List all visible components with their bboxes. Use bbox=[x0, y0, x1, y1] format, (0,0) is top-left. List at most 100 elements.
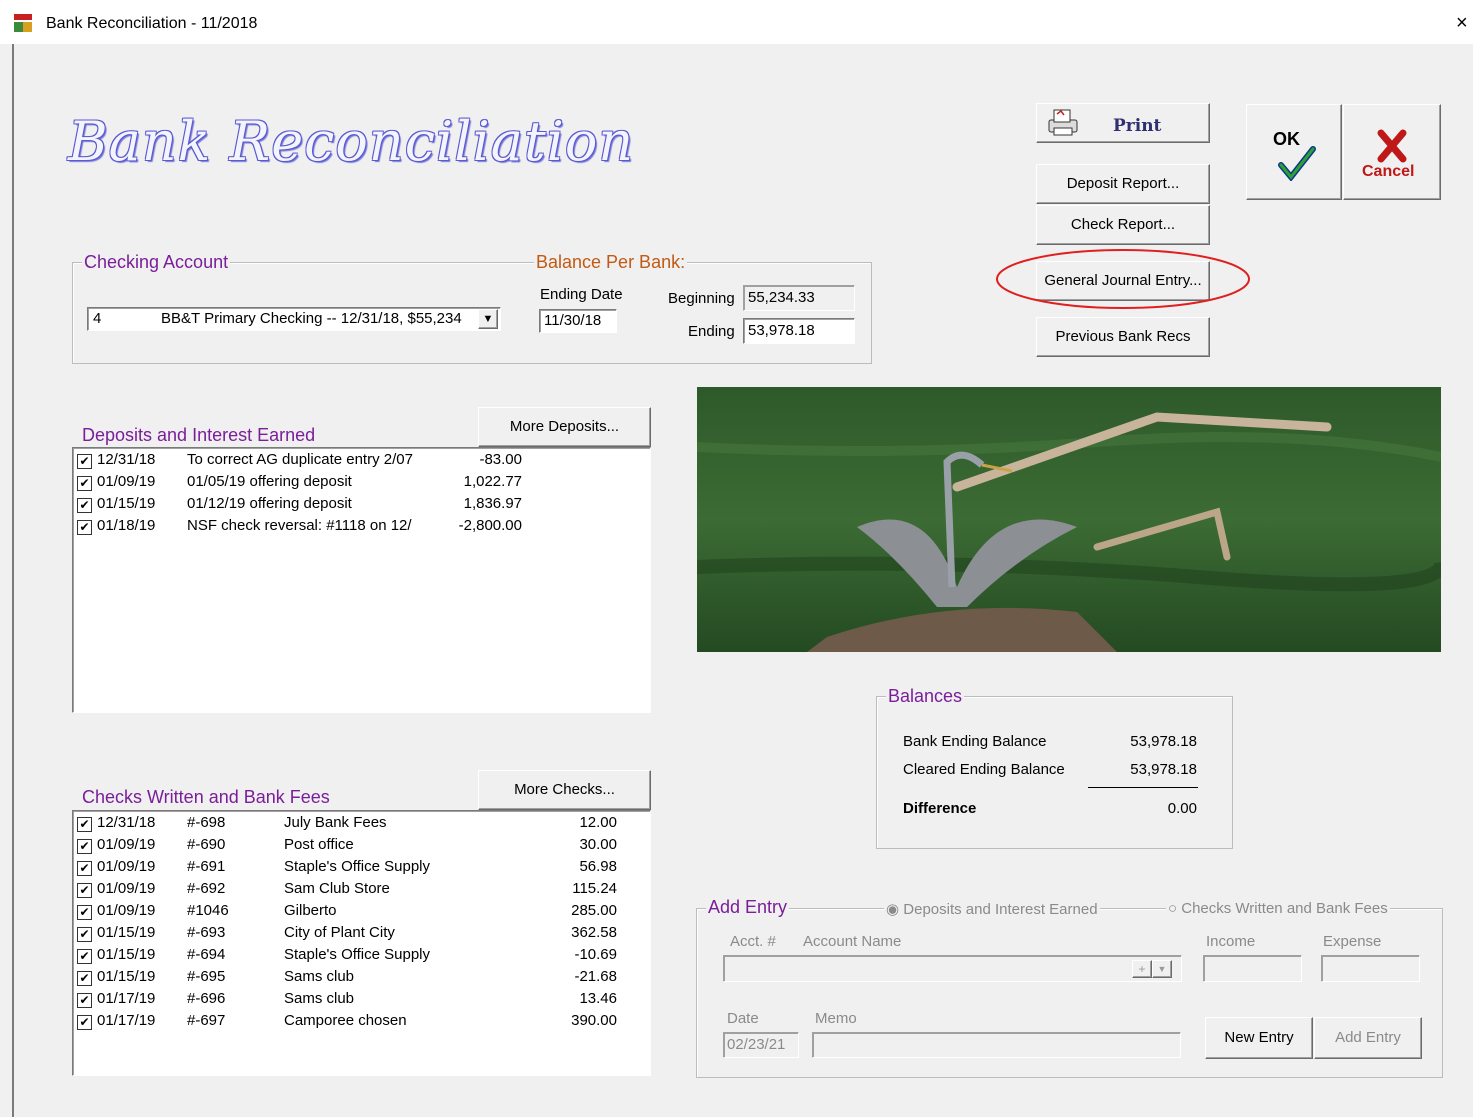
bank-ending-balance-label: Bank Ending Balance bbox=[903, 733, 1047, 750]
deposit-description: 01/05/19 offering deposit bbox=[187, 473, 352, 490]
chevron-down-icon[interactable]: ▼ bbox=[478, 309, 498, 329]
account-number: 4 bbox=[93, 310, 102, 327]
check-payee: Camporee chosen bbox=[284, 1012, 407, 1029]
balance-per-bank-legend: Balance Per Bank: bbox=[534, 252, 688, 273]
check-row[interactable]: ✔ 01/17/19 #-696 Sams club 13.46 bbox=[77, 990, 647, 1011]
deposit-report-button[interactable]: Deposit Report... bbox=[1036, 164, 1210, 204]
ok-button[interactable]: OK bbox=[1246, 104, 1342, 200]
check-payee: Gilberto bbox=[284, 902, 337, 919]
check-date: 01/09/19 bbox=[97, 880, 156, 897]
checkbox-checked-icon[interactable]: ✔ bbox=[77, 883, 92, 898]
check-row[interactable]: ✔ 01/17/19 #-697 Camporee chosen 390.00 bbox=[77, 1012, 647, 1033]
checks-title: Checks Written and Bank Fees bbox=[82, 787, 330, 807]
check-amount: 390.00 bbox=[571, 1012, 617, 1029]
deposits-title: Deposits and Interest Earned bbox=[82, 425, 316, 445]
check-report-button[interactable]: Check Report... bbox=[1036, 205, 1210, 245]
new-entry-button[interactable]: New Entry bbox=[1205, 1017, 1313, 1059]
radio-selected-icon: ◉ bbox=[886, 901, 900, 918]
page-title: Bank Reconciliation bbox=[68, 110, 635, 173]
highlight-circle bbox=[996, 249, 1250, 309]
check-row[interactable]: ✔ 12/31/18 #-698 July Bank Fees 12.00 bbox=[77, 814, 647, 835]
deposit-date: 01/15/19 bbox=[97, 495, 156, 512]
account-description: BB&T Primary Checking -- 12/31/18, $55,2… bbox=[161, 310, 462, 327]
check-payee: Post office bbox=[284, 836, 354, 853]
beginning-label: Beginning bbox=[668, 290, 735, 307]
income-field[interactable] bbox=[1203, 955, 1302, 982]
ending-date-label: Ending Date bbox=[540, 286, 623, 303]
checkbox-checked-icon[interactable]: ✔ bbox=[77, 905, 92, 920]
account-combo[interactable]: + ▼ bbox=[723, 955, 1182, 982]
checkbox-checked-icon[interactable]: ✔ bbox=[77, 476, 92, 491]
deposit-description: NSF check reversal: #1118 on 12/ bbox=[187, 517, 412, 534]
ending-date-field[interactable]: 11/30/18 bbox=[539, 309, 617, 333]
checkbox-checked-icon[interactable]: ✔ bbox=[77, 949, 92, 964]
check-date: 01/09/19 bbox=[97, 858, 156, 875]
check-row[interactable]: ✔ 01/15/19 #-694 Staple's Office Supply -10.… bbox=[77, 946, 647, 967]
heron-photo bbox=[697, 387, 1441, 652]
radio-deposits[interactable]: ◉ Deposits and Interest Earned bbox=[884, 900, 1100, 918]
deposit-amount: -83.00 bbox=[479, 451, 522, 468]
radio-checks[interactable]: ○ Checks Written and Bank Fees bbox=[1166, 900, 1390, 917]
more-deposits-button[interactable]: More Deposits... bbox=[478, 407, 651, 447]
deposit-row[interactable]: ✔ 01/15/19 01/12/19 offering deposit 1,836.… bbox=[77, 495, 647, 516]
checks-list[interactable]: ✔ 12/31/18 #-698 July Bank Fees 12.00 ✔ 01/09/… bbox=[72, 810, 651, 1076]
deposit-row[interactable]: ✔ 12/31/18 To correct AG duplicate entry 2… bbox=[77, 451, 647, 472]
close-icon[interactable]: × bbox=[1456, 12, 1468, 35]
more-checks-button[interactable]: More Checks... bbox=[478, 770, 651, 810]
check-row[interactable]: ✔ 01/09/19 #-690 Post office 30.00 bbox=[77, 836, 647, 857]
date-field[interactable]: 02/23/21 bbox=[723, 1032, 799, 1058]
check-payee: July Bank Fees bbox=[284, 814, 387, 831]
check-payee: Staple's Office Supply bbox=[284, 858, 431, 875]
ending-balance-field[interactable]: 53,978.18 bbox=[743, 318, 855, 344]
check-amount: 285.00 bbox=[571, 902, 617, 919]
checkbox-checked-icon[interactable]: ✔ bbox=[77, 993, 92, 1008]
checkbox-checked-icon[interactable]: ✔ bbox=[77, 498, 92, 513]
window-border bbox=[12, 44, 14, 1117]
checkbox-checked-icon[interactable]: ✔ bbox=[77, 817, 92, 832]
check-number: #-696 bbox=[187, 990, 226, 1007]
checkbox-checked-icon[interactable]: ✔ bbox=[77, 971, 92, 986]
checkbox-checked-icon[interactable]: ✔ bbox=[77, 861, 92, 876]
plus-icon[interactable]: + bbox=[1132, 960, 1152, 978]
add-entry-button[interactable]: Add Entry bbox=[1314, 1017, 1422, 1059]
radio-deposits-label: Deposits and Interest Earned bbox=[903, 901, 1098, 918]
ending-label: Ending bbox=[688, 323, 735, 340]
ending-balance-value: 53,978.18 bbox=[748, 322, 815, 339]
check-number: #-691 bbox=[187, 858, 226, 875]
check-row[interactable]: ✔ 01/09/19 #-691 Staple's Office Supply 56.9… bbox=[77, 858, 647, 879]
previous-bank-recs-button[interactable]: Previous Bank Recs bbox=[1036, 317, 1210, 357]
checkbox-checked-icon[interactable]: ✔ bbox=[77, 520, 92, 535]
deposit-row[interactable]: ✔ 01/09/19 01/05/19 offering deposit 1,022.… bbox=[77, 473, 647, 494]
cancel-button[interactable]: Cancel bbox=[1343, 104, 1441, 200]
check-payee: Sams club bbox=[284, 990, 355, 1007]
radio-unselected-icon: ○ bbox=[1168, 900, 1178, 917]
deposits-list[interactable]: ✔ 12/31/18 To correct AG duplicate entry 2… bbox=[72, 447, 651, 713]
check-row[interactable]: ✔ 01/09/19 #-692 Sam Club Store 115.24 bbox=[77, 880, 647, 901]
date-label: Date bbox=[727, 1010, 759, 1027]
checkbox-checked-icon[interactable]: ✔ bbox=[77, 927, 92, 942]
check-row[interactable]: ✔ 01/09/19 #1046 Gilberto 285.00 bbox=[77, 902, 647, 923]
checkbox-checked-icon[interactable]: ✔ bbox=[77, 839, 92, 854]
check-row[interactable]: ✔ 01/15/19 #-693 City of Plant City 362.58 bbox=[77, 924, 647, 945]
account-select[interactable]: 4 BB&T Primary Checking -- 12/31/18, $55… bbox=[87, 307, 501, 331]
checkbox-checked-icon[interactable]: ✔ bbox=[77, 454, 92, 469]
check-row[interactable]: ✔ 01/15/19 #-695 Sams club -21.68 bbox=[77, 968, 647, 989]
account-name-label: Account Name bbox=[803, 933, 902, 950]
deposit-row[interactable]: ✔ 01/18/19 NSF check reversal: #1118 on 12… bbox=[77, 517, 647, 538]
chevron-down-icon[interactable]: ▼ bbox=[1152, 960, 1172, 978]
memo-field[interactable] bbox=[812, 1032, 1181, 1058]
check-number: #-694 bbox=[187, 946, 226, 963]
print-button[interactable]: Print bbox=[1036, 103, 1210, 143]
check-date: 01/17/19 bbox=[97, 990, 156, 1007]
window-title: Bank Reconciliation - 11/2018 bbox=[46, 15, 258, 32]
checkbox-checked-icon[interactable]: ✔ bbox=[77, 1015, 92, 1030]
cleared-ending-balance-label: Cleared Ending Balance bbox=[903, 761, 1065, 778]
checkmark-icon bbox=[1278, 146, 1316, 181]
deposit-date: 12/31/18 bbox=[97, 451, 156, 468]
expense-field[interactable] bbox=[1321, 955, 1420, 982]
difference-label: Difference bbox=[903, 800, 977, 817]
deposit-amount: 1,836.97 bbox=[463, 495, 522, 512]
deposit-amount: -2,800.00 bbox=[458, 517, 522, 534]
check-amount: 56.98 bbox=[579, 858, 617, 875]
check-number: #-698 bbox=[187, 814, 226, 831]
